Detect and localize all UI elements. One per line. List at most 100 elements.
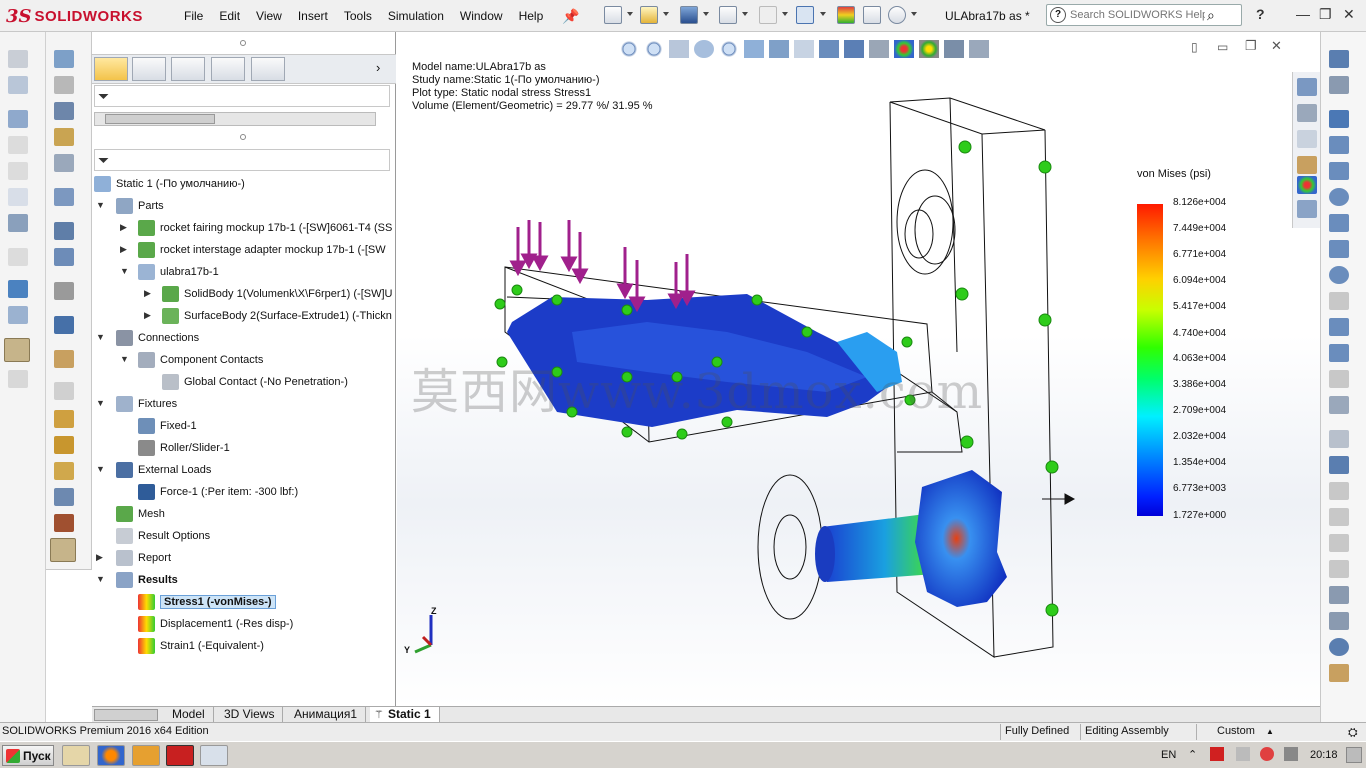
help-menu-icon[interactable]: ? [1256, 6, 1265, 22]
line-icon[interactable] [1329, 110, 1349, 128]
pin-icon[interactable]: 📌 [562, 8, 579, 25]
tray-app-icon[interactable] [1210, 747, 1224, 761]
menu-help[interactable]: Help [511, 8, 552, 24]
explorer-taskbar-icon[interactable] [62, 745, 90, 766]
chevron-right-icon[interactable]: › [376, 60, 380, 75]
command-icon[interactable] [8, 136, 28, 154]
filter-row[interactable]: ⏷ [94, 85, 390, 107]
ellipse-icon[interactable] [1329, 266, 1349, 284]
tree-item-displacement-plot[interactable]: Displacement1 (-Res disp-) [138, 614, 293, 634]
text-icon[interactable] [1329, 396, 1349, 414]
menu-file[interactable]: File [176, 8, 211, 24]
command-icon[interactable] [8, 214, 28, 232]
expand-arrow-icon[interactable]: ▶ [96, 552, 103, 563]
graphics-area[interactable]: ▯ ▭ ❐ ✕ Model name:ULAbra17b as Study na… [397, 32, 1320, 706]
search-icon[interactable]: ⌕ [1207, 7, 1215, 24]
command-icon[interactable] [8, 280, 28, 298]
tree-item-report[interactable]: Report [116, 548, 171, 568]
tree-item-external-loads[interactable]: External Loads [116, 460, 211, 480]
collapse-arrow-icon[interactable]: ▼ [96, 398, 105, 408]
search-input[interactable] [1070, 9, 1205, 21]
tab-display-manager[interactable] [251, 57, 285, 81]
tree-item-root[interactable]: Static 1 (-По умолчанию-) [94, 174, 245, 194]
expand-arrow-icon[interactable]: ▶ [144, 310, 151, 321]
tree-item-global-contact[interactable]: Global Contact (-No Penetration-) [162, 372, 348, 392]
tray-expand-icon[interactable]: ⌃ [1188, 748, 1197, 761]
command-icon[interactable] [8, 76, 28, 94]
command-icon[interactable] [8, 188, 28, 206]
smart-dimension-icon[interactable] [1329, 76, 1349, 94]
splitter-handle[interactable] [240, 40, 246, 46]
command-icon[interactable] [54, 382, 74, 400]
pattern-icon[interactable] [1329, 534, 1349, 552]
convert-entities-icon[interactable] [1329, 456, 1349, 474]
firefox-taskbar-icon[interactable] [97, 745, 125, 766]
tab-3d-views[interactable]: 3D Views [216, 707, 284, 723]
collapse-arrow-icon[interactable]: ▼ [120, 354, 129, 364]
save-icon[interactable] [680, 6, 698, 24]
command-icon[interactable] [54, 282, 74, 300]
command-icon[interactable] [54, 462, 74, 480]
ruler-icon[interactable] [4, 338, 30, 362]
unit-system-selector[interactable]: Custom ▲ [1196, 724, 1294, 740]
tree-item-connections[interactable]: Connections [116, 328, 199, 348]
tree-item-body[interactable]: SurfaceBody 2(Surface-Extrude1) (-Thickn [162, 306, 392, 326]
command-icon[interactable] [54, 222, 74, 240]
filter-icon[interactable]: ⏷ [98, 152, 109, 169]
mirror-icon[interactable] [1329, 508, 1349, 526]
command-icon[interactable] [8, 248, 28, 266]
command-icon[interactable] [8, 370, 28, 388]
command-icon[interactable] [54, 488, 74, 506]
tab-scroll-buttons[interactable] [94, 709, 158, 721]
polygon-icon[interactable] [1329, 318, 1349, 336]
fillet-icon[interactable] [1329, 292, 1349, 310]
appearances-icon[interactable] [1297, 176, 1317, 194]
tree-item-strain-plot[interactable]: Strain1 (-Equivalent-) [138, 636, 264, 656]
home-icon[interactable] [1297, 78, 1317, 96]
quick-tips-icon[interactable]: ⛭ [1348, 725, 1358, 740]
language-indicator[interactable]: EN [1161, 749, 1176, 761]
centerline-icon[interactable] [1329, 370, 1349, 388]
rebuild-traffic-light-icon[interactable] [837, 6, 855, 24]
rectangle-icon[interactable] [1329, 136, 1349, 154]
move-entities-icon[interactable] [1329, 560, 1349, 578]
solidworks-logo[interactable]: 3S SOLIDWORKS [6, 4, 143, 28]
select-cursor-icon[interactable] [796, 6, 814, 24]
command-icon[interactable] [54, 188, 74, 206]
app-taskbar-icon[interactable] [200, 745, 228, 766]
new-document-icon[interactable] [604, 6, 622, 24]
command-icon[interactable] [54, 436, 74, 454]
collapse-arrow-icon[interactable]: ▼ [96, 464, 105, 474]
offset-icon[interactable] [1329, 482, 1349, 500]
solidworks-taskbar-icon[interactable] [166, 745, 194, 766]
repair-sketch-icon[interactable] [1329, 612, 1349, 630]
menu-insert[interactable]: Insert [290, 8, 336, 24]
command-icon[interactable] [54, 102, 74, 120]
command-icon[interactable] [54, 316, 74, 334]
tree-item-part[interactable]: ulabra17b-1 [138, 262, 219, 282]
restore-button[interactable]: ❐ [1319, 6, 1332, 23]
collapse-arrow-icon[interactable]: ▼ [96, 200, 105, 210]
tree-item-fixtures[interactable]: Fixtures [116, 394, 177, 414]
close-button[interactable]: ✕ [1343, 6, 1355, 23]
command-icon[interactable] [54, 350, 74, 368]
part-icon[interactable] [8, 110, 28, 128]
tree-item-roller[interactable]: Roller/Slider-1 [138, 438, 230, 458]
relations-icon[interactable] [1329, 586, 1349, 604]
design-library-icon[interactable] [1297, 104, 1317, 122]
horizontal-scrollbar[interactable] [94, 112, 376, 126]
tab-dimxpert-manager[interactable] [211, 57, 245, 81]
command-icon[interactable] [54, 248, 74, 266]
tree-item-result-options[interactable]: Result Options [116, 526, 210, 546]
arc-icon[interactable] [1329, 214, 1349, 232]
menu-edit[interactable]: Edit [211, 8, 248, 24]
rapid-sketch-icon[interactable] [1329, 664, 1349, 682]
tray-app-icon[interactable] [1260, 747, 1274, 761]
quick-snaps-icon[interactable] [1329, 638, 1349, 656]
volume-icon[interactable] [1284, 747, 1298, 761]
command-icon[interactable] [54, 50, 74, 68]
collapse-arrow-icon[interactable]: ▼ [120, 266, 129, 276]
command-icon[interactable] [54, 514, 74, 532]
ruler-icon[interactable] [50, 538, 76, 562]
tree-item-stress-plot[interactable]: Stress1 (-vonMises-) [138, 592, 276, 612]
